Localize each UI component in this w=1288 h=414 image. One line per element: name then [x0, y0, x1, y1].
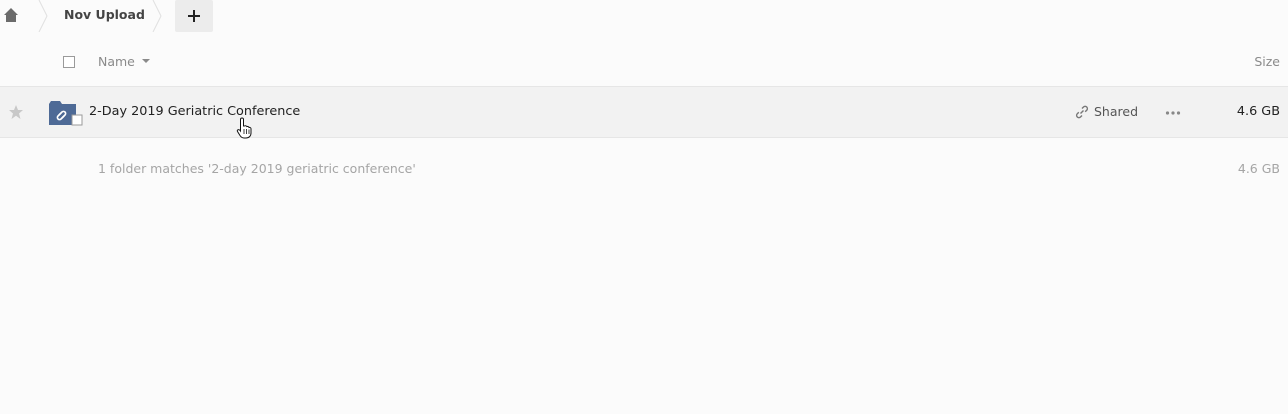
- favorite-star-icon[interactable]: [8, 104, 24, 120]
- file-list-header: Name Size: [0, 37, 1288, 87]
- more-actions-icon[interactable]: [1165, 110, 1181, 116]
- hand-cursor-icon: [236, 117, 252, 139]
- link-icon: [1076, 105, 1088, 118]
- shared-folder-icon[interactable]: [48, 100, 84, 128]
- breadcrumb-separator: [152, 0, 162, 32]
- plus-icon: [188, 10, 200, 22]
- file-row[interactable]: 2-Day 2019 Geriatric Conference Shared 4…: [0, 87, 1288, 139]
- sort-caret-icon[interactable]: [142, 59, 150, 63]
- size-column-header[interactable]: Size: [1254, 54, 1280, 69]
- breadcrumb: Nov Upload: [0, 0, 1288, 32]
- breadcrumb-folder[interactable]: Nov Upload: [64, 7, 145, 22]
- share-label: Shared: [1094, 104, 1139, 119]
- add-new-button[interactable]: [175, 0, 213, 32]
- files-app: Nov Upload Name Size 2-Day 2019 Geriatri…: [0, 0, 1288, 414]
- name-column-header[interactable]: Name: [98, 54, 135, 69]
- breadcrumb-separator: [38, 0, 48, 32]
- search-summary: 1 folder matches '2-day 2019 geriatric c…: [98, 161, 416, 176]
- share-button[interactable]: Shared: [1075, 104, 1138, 119]
- home-icon[interactable]: [3, 7, 19, 23]
- file-size: 4.6 GB: [1236, 104, 1280, 119]
- file-name[interactable]: 2-Day 2019 Geriatric Conference: [89, 104, 300, 119]
- summary-size: 4.6 GB: [1237, 161, 1280, 176]
- select-all-checkbox[interactable]: [63, 56, 75, 68]
